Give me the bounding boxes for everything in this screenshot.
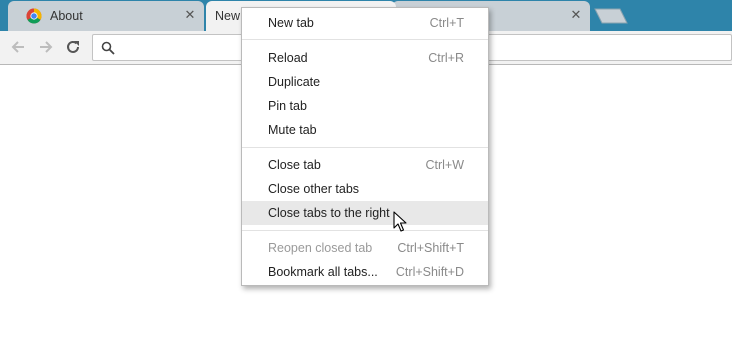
- menu-item-close-tabs-right[interactable]: Close tabs to the right: [242, 201, 488, 225]
- menu-separator: [242, 147, 488, 148]
- close-icon[interactable]: ✕: [570, 8, 582, 21]
- forward-button[interactable]: [36, 37, 56, 57]
- menu-item-label: Close tabs to the right: [268, 206, 390, 220]
- menu-item-shortcut: Ctrl+T: [429, 16, 464, 30]
- menu-separator: [242, 230, 488, 231]
- back-button[interactable]: [8, 37, 28, 57]
- menu-item-label: Duplicate: [268, 75, 321, 89]
- menu-item-label: Bookmark all tabs...: [268, 265, 378, 279]
- menu-item-bookmark-all-tabs[interactable]: Bookmark all tabs... Ctrl+Shift+D: [242, 260, 488, 284]
- close-icon[interactable]: ✕: [184, 8, 196, 21]
- new-tab-button[interactable]: [594, 8, 628, 24]
- menu-separator: [242, 39, 488, 40]
- menu-item-shortcut: Ctrl+Shift+T: [397, 241, 464, 255]
- menu-item-label: Close tab: [268, 158, 321, 172]
- menu-item-shortcut: Ctrl+R: [428, 51, 464, 65]
- menu-item-close-tab[interactable]: Close tab Ctrl+W: [242, 153, 488, 177]
- menu-item-close-other-tabs[interactable]: Close other tabs: [242, 177, 488, 201]
- menu-item-shortcut: Ctrl+W: [425, 158, 464, 172]
- menu-item-mute-tab[interactable]: Mute tab: [242, 118, 488, 142]
- menu-item-label: Reload: [268, 51, 308, 65]
- menu-item-pin-tab[interactable]: Pin tab: [242, 94, 488, 118]
- reload-button[interactable]: [63, 37, 83, 57]
- menu-item-label: Mute tab: [268, 123, 317, 137]
- menu-item-label: Pin tab: [268, 99, 307, 113]
- tab-title: About: [50, 9, 83, 23]
- forward-arrow-icon: [40, 41, 53, 53]
- chrome-logo-icon: [26, 8, 42, 24]
- tab-context-menu: New tab Ctrl+T Reload Ctrl+R Duplicate P…: [241, 7, 489, 286]
- menu-item-shortcut: Ctrl+Shift+D: [395, 265, 464, 279]
- menu-item-reload[interactable]: Reload Ctrl+R: [242, 46, 488, 70]
- mouse-pointer-icon: [393, 211, 407, 232]
- menu-item-label: Reopen closed tab: [268, 241, 373, 255]
- search-icon: [101, 41, 115, 55]
- menu-item-new-tab[interactable]: New tab Ctrl+T: [242, 11, 488, 35]
- menu-item-label: New tab: [268, 16, 314, 30]
- menu-item-reopen-closed-tab: Reopen closed tab Ctrl+Shift+T: [242, 236, 488, 260]
- menu-item-duplicate[interactable]: Duplicate: [242, 70, 488, 94]
- menu-item-label: Close other tabs: [268, 182, 360, 196]
- tab-about[interactable]: About ✕: [8, 1, 204, 31]
- back-arrow-icon: [11, 41, 24, 53]
- reload-icon: [67, 40, 79, 53]
- tab-title: New: [215, 9, 241, 23]
